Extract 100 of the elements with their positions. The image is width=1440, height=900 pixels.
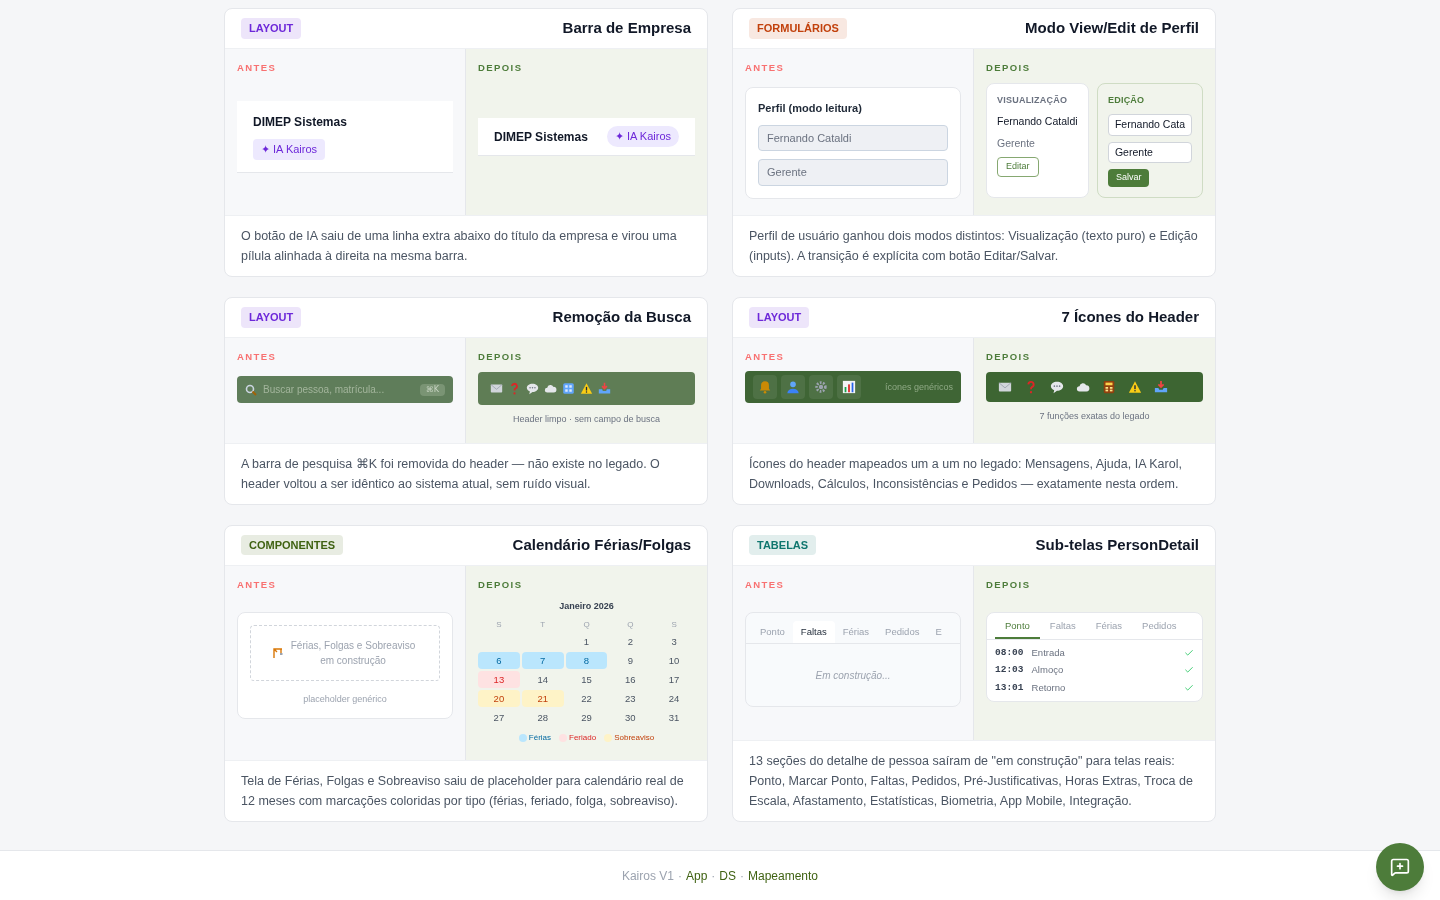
footer-link[interactable]: App: [685, 866, 708, 885]
calendar-day[interactable]: 16: [609, 671, 652, 689]
tab[interactable]: Ponto: [995, 618, 1040, 639]
card-title: Remoção da Busca: [552, 307, 691, 327]
footer-link[interactable]: Mapeamento: [748, 866, 819, 885]
edit-button[interactable]: Editar: [997, 157, 1039, 177]
speech-bubble-icon[interactable]: [1050, 380, 1064, 394]
calendar-day[interactable]: 17: [653, 671, 695, 689]
calendar-day[interactable]: 3: [653, 633, 695, 651]
card-description: Tela de Férias, Folgas e Sobreaviso saiu de placeholder para calendário real de 12 meses com marcações coloridas por tipo (férias, feriado, folga, sobreaviso).: [225, 760, 707, 822]
panel-label: DEPOIS: [478, 577, 524, 592]
calendar-day[interactable]: 13: [478, 671, 520, 689]
separator: ·: [711, 867, 716, 885]
warning-icon[interactable]: [1128, 380, 1142, 394]
calendar-day[interactable]: 30: [609, 709, 652, 727]
person-icon[interactable]: [786, 380, 800, 395]
message-plus-icon: [1390, 857, 1410, 877]
panel-label: ANTES: [745, 61, 786, 75]
company-name: DIMEP Sistemas: [253, 114, 347, 132]
calendar-day[interactable]: 10: [653, 652, 695, 670]
punch-label: Almoço: [1031, 663, 1065, 678]
feedback-button[interactable]: [1376, 843, 1424, 891]
card-description: O botão de IA saiu de uma linha extra abaixo do título da empresa e virou uma pílula alinhada à direita na mesma barra.: [225, 214, 707, 276]
calendar-day[interactable]: 8: [565, 652, 608, 670]
card-title: Modo View/Edit de Perfil: [1025, 18, 1199, 39]
speech-bubble-icon[interactable]: [526, 382, 539, 395]
card-description: Perfil de usuário ganhou dois modos distintos: Visualização (texto puro) e Edição (inputs). A transição é explícita com botão Editar/Salvar.: [733, 214, 1215, 276]
inbox-icon[interactable]: [1154, 380, 1168, 394]
caption: Header limpo · sem campo de busca: [511, 413, 662, 426]
envelope-icon[interactable]: [998, 380, 1012, 394]
mode-heading: EDIÇÃO: [1107, 94, 1145, 108]
person-name: Fernando Cataldi: [997, 113, 1078, 129]
warning-icon[interactable]: [580, 382, 593, 395]
legend-label: Sobreaviso: [614, 732, 655, 745]
bar-chart-icon[interactable]: [842, 380, 856, 395]
calendar-day[interactable]: 1: [565, 633, 608, 651]
cloud-icon[interactable]: [1076, 380, 1090, 394]
punch-time: 13:01: [995, 680, 1024, 695]
input-field[interactable]: Gerente: [1107, 141, 1192, 164]
input-field[interactable]: Fernando Cata: [1107, 113, 1192, 136]
caption: ícones genéricos: [884, 380, 953, 394]
envelope-icon[interactable]: [490, 382, 503, 395]
calendar-day[interactable]: 15: [565, 671, 608, 689]
inbox-icon[interactable]: [598, 382, 611, 395]
bell-icon[interactable]: [758, 380, 772, 395]
panel-label: DEPOIS: [478, 61, 524, 75]
calendar-day[interactable]: 9: [609, 652, 652, 670]
panel-label: DEPOIS: [478, 349, 524, 364]
category-tag: LAYOUT: [241, 18, 302, 39]
panel-label: ANTES: [237, 577, 278, 592]
calendar-month: Janeiro 2026: [558, 599, 615, 613]
category-tag: COMPONENTES: [241, 534, 344, 556]
card-description: Ícones do header mapeados um a um no legado: Mensagens, Ajuda, IA Karol, Downloads, Cálculos, Inconsistências e Pedidos — exatamente nesta ordem.: [733, 442, 1215, 504]
footer-brand: Kairos V1: [621, 867, 674, 885]
caption: 7 funções exatas do legado: [1038, 410, 1151, 423]
calendar-day[interactable]: 27: [478, 709, 520, 727]
weekday-label: S: [670, 619, 678, 632]
punch-time: 12:03: [995, 663, 1024, 678]
calendar-day[interactable]: 14: [521, 671, 564, 689]
ai-pill[interactable]: ✦ IA Kairos: [606, 126, 679, 147]
punch-label: Retorno: [1031, 680, 1067, 695]
weekday-label: T: [539, 619, 547, 632]
calendar-day[interactable]: 7: [521, 652, 564, 670]
company-name: DIMEP Sistemas: [494, 128, 588, 146]
tab[interactable]: Faltas: [792, 620, 835, 643]
calendar-day[interactable]: 28: [521, 709, 564, 727]
category-tag: FORMULÁRIOS: [749, 18, 847, 39]
search-icon: [245, 383, 257, 396]
calendar-day[interactable]: 22: [565, 690, 608, 708]
calendar-day[interactable]: 24: [653, 690, 695, 708]
calculator-icon[interactable]: [1102, 380, 1116, 394]
placeholder-text: Férias, Folgas e Sobreaviso em construção: [289, 638, 417, 668]
keypad-icon[interactable]: [562, 382, 575, 395]
save-button[interactable]: Salvar: [1107, 169, 1150, 187]
calendar-day[interactable]: 20: [478, 690, 520, 708]
cloud-icon[interactable]: [544, 382, 557, 395]
punch-time: 08:00: [995, 646, 1024, 660]
legend-label: Férias: [528, 732, 552, 745]
placeholder-text: Em construção...: [815, 668, 891, 683]
calendar-day[interactable]: 31: [653, 709, 695, 727]
calendar-day[interactable]: 23: [609, 690, 652, 708]
calendar-day[interactable]: 2: [609, 633, 652, 651]
readonly-field: Fernando Cataldi: [758, 124, 948, 152]
category-tag: TABELAS: [749, 534, 817, 556]
panel-label: DEPOIS: [986, 61, 1032, 75]
caption: placeholder genérico: [302, 692, 388, 706]
panel-label: ANTES: [237, 61, 278, 75]
footer-link[interactable]: DS: [719, 866, 736, 885]
panel-label: ANTES: [745, 577, 786, 592]
card-title: Sub-telas PersonDetail: [1035, 534, 1199, 555]
panel-label: DEPOIS: [986, 577, 1032, 592]
weekday-label: S: [495, 619, 503, 632]
calendar-day[interactable]: 29: [565, 709, 608, 727]
ai-pill[interactable]: ✦ IA Kairos: [253, 139, 326, 160]
card-description: A barra de pesquisa ⌘K foi removida do header — não existe no legado. O header voltou a ser idêntico ao sistema atual, sem ruído visual.: [225, 442, 707, 504]
punch-label: Entrada: [1031, 646, 1066, 660]
calendar-day[interactable]: 21: [521, 690, 564, 708]
separator: ·: [740, 867, 744, 885]
calendar-day[interactable]: 6: [478, 652, 520, 670]
readonly-field: Gerente: [758, 159, 948, 186]
